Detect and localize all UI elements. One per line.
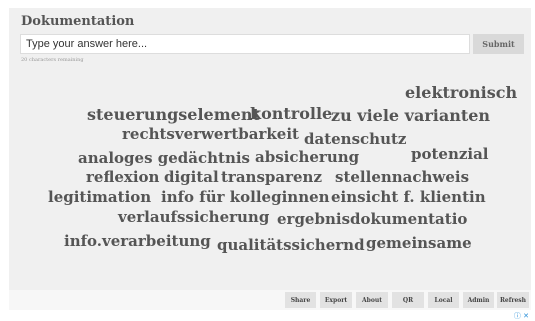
cloud-word: einsicht f. klientin [331,188,486,206]
cloud-word: absicherung [255,148,360,166]
cloud-word: ergebnisdokumentatio [277,210,468,228]
cloud-word: info für kolleginnen [161,188,330,206]
cloud-word: stellennachweis [335,168,470,186]
cloud-word: gemeinsame [366,234,472,252]
admin-button[interactable]: Admin [463,292,494,308]
cloud-word: potenzial [411,145,489,163]
close-icon[interactable]: ✕ [523,312,529,320]
cloud-word: digital [164,168,219,186]
chars-remaining: 20 characters remaining [21,57,84,63]
cloud-word: transparenz [221,168,322,186]
footer-toolbar: Share Export About QR Local Admin Refres… [9,290,531,310]
question-title: Dokumentation [21,14,135,29]
cloud-word: datenschutz [304,130,407,148]
cloud-word: kontrolle [250,104,333,123]
cloud-word: elektronisch [405,83,518,102]
qr-button[interactable]: QR [392,292,424,308]
cloud-word: zu viele varianten [331,106,491,125]
cloud-word: info.verarbeitung [64,232,211,250]
export-button[interactable]: Export [320,292,352,308]
cloud-word: qualitätssichernd [217,236,365,254]
answer-input[interactable] [20,34,470,54]
share-button[interactable]: Share [285,292,316,308]
response-panel: Dokumentation Submit 20 characters remai… [9,8,531,290]
local-button[interactable]: Local [428,292,459,308]
cloud-word: reflexion [86,168,160,186]
cloud-word: rechtsverwertbarkeit [122,125,299,143]
about-button[interactable]: About [356,292,388,308]
info-icon[interactable]: ⓘ [514,312,521,320]
submit-button[interactable]: Submit [473,34,524,54]
cloud-word: analoges gedächtnis [78,149,251,167]
cloud-word: steuerungselement [87,105,260,124]
cloud-word: legitimation [48,188,152,206]
cloud-word: verlaufssicherung [118,208,270,226]
refresh-button[interactable]: Refresh [497,292,529,308]
